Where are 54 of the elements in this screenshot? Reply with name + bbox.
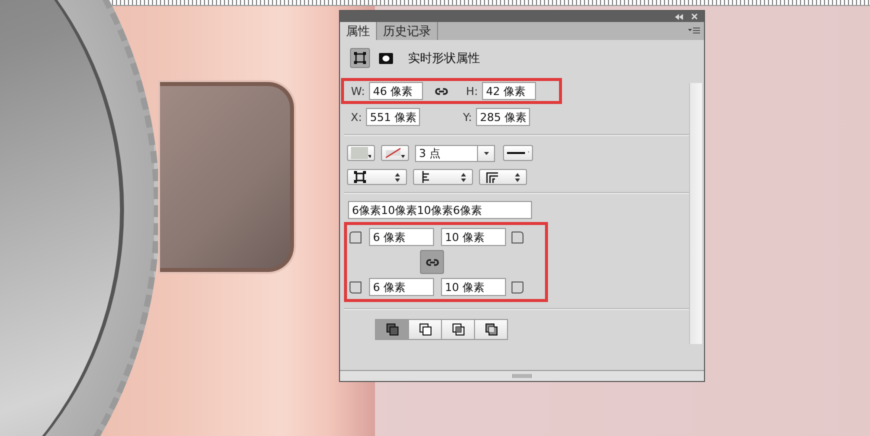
field-label: H:: [465, 84, 478, 98]
field-label: Y:: [462, 110, 472, 124]
combine-shapes-button[interactable]: [375, 319, 409, 340]
menu-icon[interactable]: [688, 27, 700, 34]
panel-tab[interactable]: 属性: [340, 22, 377, 40]
subtract-shapes-button[interactable]: [408, 319, 442, 340]
link-icon: [426, 256, 438, 268]
width-field[interactable]: 46 像素: [369, 82, 423, 100]
stroke-corners-dropdown[interactable]: [479, 169, 527, 185]
stepper-arrows-icon: [395, 172, 400, 182]
overlapping-squares-icon: [484, 323, 498, 336]
mask-icon: [379, 52, 393, 64]
corner-radius-field[interactable]: 10 像素: [441, 278, 506, 296]
overlapping-squares-icon: [386, 323, 398, 336]
stroke-align-icon: [354, 171, 366, 183]
line-corners-icon: [486, 171, 498, 183]
intersect-shapes-button[interactable]: [441, 319, 475, 340]
corner-radius-field[interactable]: 10 像素: [441, 228, 506, 246]
corner-radius-field[interactable]: 6 像素: [369, 228, 434, 246]
panel-tab[interactable]: 历史记录: [377, 22, 438, 40]
stroke-type-dropdown[interactable]: [503, 145, 533, 161]
overlapping-squares-icon: [418, 323, 432, 336]
dropdown-arrow-icon: [401, 155, 405, 158]
link-corners-button[interactable]: [420, 250, 444, 274]
collapse-icon[interactable]: [675, 14, 683, 20]
y-position-field[interactable]: 285 像素: [476, 108, 530, 126]
resize-grip-icon[interactable]: [512, 374, 532, 378]
corner-icon: [349, 280, 362, 294]
line-caps-icon: [420, 171, 430, 183]
shape-properties-button[interactable]: [350, 48, 370, 68]
scrollbar[interactable]: [689, 83, 702, 344]
stroke-color-dropdown[interactable]: [381, 145, 409, 161]
close-icon[interactable]: [691, 13, 698, 20]
corner-icon: [349, 230, 362, 244]
exclude-shapes-button[interactable]: [474, 319, 508, 340]
corner-radius-field[interactable]: 6 像素: [369, 278, 434, 296]
fill-color-dropdown[interactable]: [347, 145, 375, 161]
corner-radius-summary-field[interactable]: 6像素10像素10像素6像素: [348, 201, 532, 219]
stroke-width-dropdown[interactable]: 3 点: [415, 144, 495, 162]
no-stroke-icon: [385, 147, 402, 159]
field-label: X:: [350, 110, 362, 124]
corner-icon: [511, 230, 524, 244]
section-heading: 实时形状属性: [408, 50, 480, 66]
corner-icon: [511, 280, 524, 294]
stroke-align-dropdown[interactable]: [347, 169, 407, 185]
height-field[interactable]: 42 像素: [482, 82, 536, 100]
link-icon[interactable]: [435, 86, 448, 96]
stepper-arrows-icon: [461, 172, 466, 182]
overlapping-squares-icon: [452, 323, 464, 336]
dropdown-arrow-icon: [368, 155, 371, 158]
field-label: W:: [350, 84, 365, 98]
x-position-field[interactable]: 551 像素: [366, 108, 420, 126]
stepper-arrows-icon: [515, 172, 520, 182]
stroke-caps-dropdown[interactable]: [413, 169, 473, 185]
